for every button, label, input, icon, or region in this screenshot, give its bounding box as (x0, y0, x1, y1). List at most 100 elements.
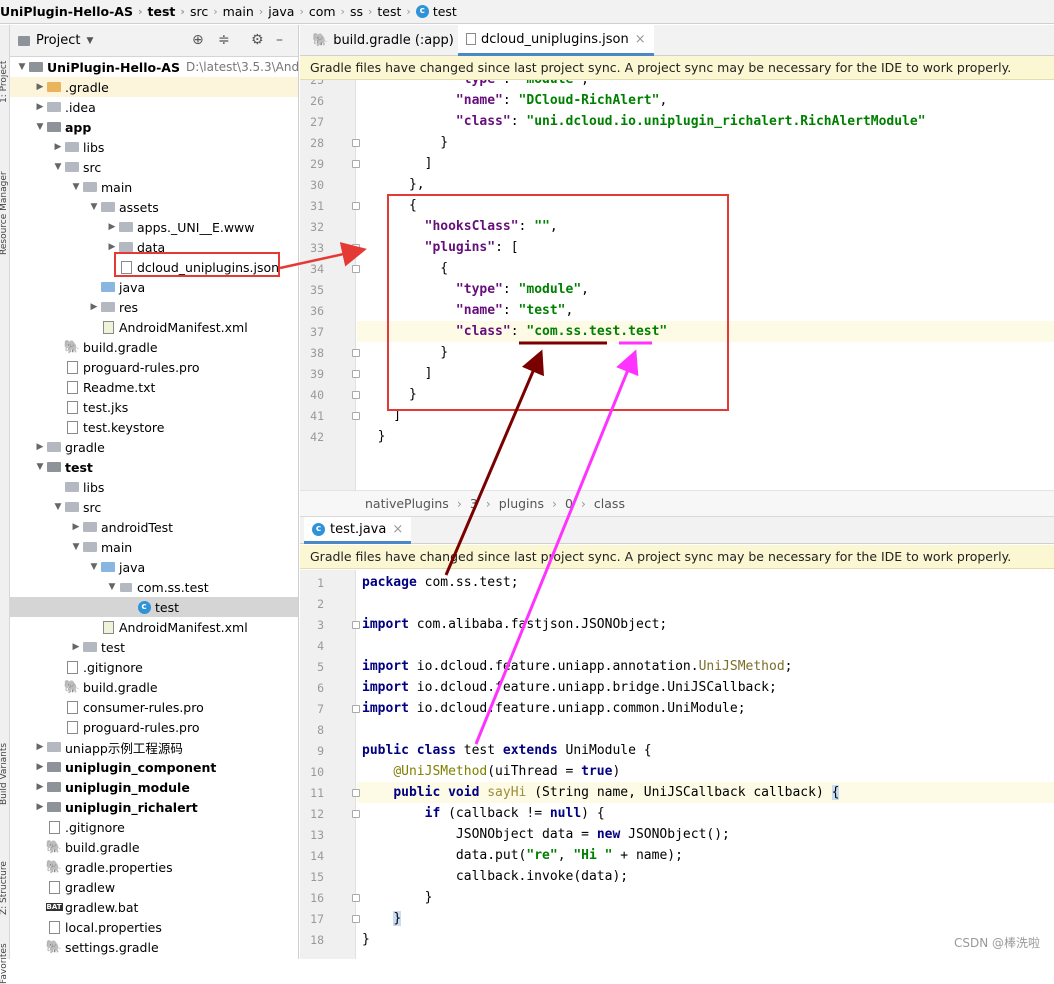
tree-item[interactable]: ▶ uniplugin_richalert (10, 797, 298, 817)
hide-icon[interactable]: – (276, 32, 283, 48)
tree-item[interactable]: c test (10, 597, 298, 617)
breadcrumb-item[interactable]: c test (415, 4, 457, 19)
fold-marker-icon[interactable] (352, 810, 360, 818)
tree-item[interactable]: ▼ UniPlugin-Hello-AS D:\latest\3.5.3\Andro… (10, 57, 298, 77)
chevron-right-icon[interactable]: ▶ (52, 142, 64, 152)
tree-item[interactable]: 🐘 settings.gradle (10, 937, 298, 957)
breadcrumb-item[interactable]: test › (377, 4, 415, 19)
fold-marker-icon[interactable] (352, 412, 360, 420)
chevron-right-icon[interactable]: ▶ (106, 222, 118, 232)
chevron-right-icon[interactable]: ▶ (34, 102, 46, 112)
chevron-right-icon[interactable]: ▶ (70, 642, 82, 652)
chevron-right-icon[interactable]: ▶ (34, 742, 46, 752)
collapse-all-icon[interactable]: ≑ (218, 32, 230, 48)
tree-item[interactable]: proguard-rules.pro (10, 357, 298, 377)
json-editor[interactable]: 25 "type": "module", 26 "name": "DCloud-R… (300, 80, 1054, 490)
tree-item[interactable]: ▶ .idea (10, 97, 298, 117)
breadcrumb-item[interactable]: UniPlugin-Hello-AS › (0, 4, 148, 19)
chevron-down-icon[interactable]: ▼ (106, 582, 118, 592)
locate-icon[interactable]: ⊕ (192, 32, 204, 48)
chevron-down-icon[interactable]: ▼ (88, 562, 100, 572)
breadcrumb-item[interactable]: test › (148, 4, 190, 19)
breadcrumb-item[interactable]: main › (223, 4, 269, 19)
json-path-item[interactable]: 3 (470, 496, 478, 511)
project-view-selector[interactable]: Project (36, 33, 80, 48)
tree-item[interactable]: ▶ data (10, 237, 298, 257)
chevron-right-icon[interactable]: ▶ (34, 802, 46, 812)
tree-item[interactable]: ▶ uniplugin_component (10, 757, 298, 777)
tab-build-gradle[interactable]: 🐘 build.gradle (:app) × (304, 25, 479, 56)
tree-item[interactable]: ▶ gradle (10, 437, 298, 457)
tree-item[interactable]: ▼ java (10, 557, 298, 577)
json-path-item[interactable]: nativePlugins (365, 496, 449, 511)
fold-marker-icon[interactable] (352, 265, 360, 273)
tree-item[interactable]: 🐘 build.gradle (10, 677, 298, 697)
breadcrumb-item[interactable]: java › (268, 4, 309, 19)
breadcrumb-item[interactable]: ss › (350, 4, 377, 19)
tree-item[interactable]: ▶ uniplugin_module (10, 777, 298, 797)
tree-item[interactable]: Readme.txt (10, 377, 298, 397)
fold-marker-icon[interactable] (352, 789, 360, 797)
tree-item[interactable]: AndroidManifest.xml (10, 617, 298, 637)
breadcrumb-item[interactable]: com › (309, 4, 350, 19)
tree-item[interactable]: libs (10, 477, 298, 497)
chevron-down-icon[interactable]: ▼ (52, 162, 64, 172)
tree-item[interactable]: ▼ main (10, 537, 298, 557)
chevron-down-icon[interactable]: ▼ (70, 542, 82, 552)
tree-item[interactable]: ▼ assets (10, 197, 298, 217)
tree-item[interactable]: .gitignore (10, 657, 298, 677)
tree-item[interactable]: ▶ androidTest (10, 517, 298, 537)
tree-item[interactable]: ▶ apps._UNI__E.www (10, 217, 298, 237)
tree-item[interactable]: local.properties (10, 917, 298, 937)
gear-icon[interactable]: ⚙ (251, 32, 264, 48)
json-path-item[interactable]: 0 (565, 496, 573, 511)
tree-item[interactable]: ▼ src (10, 157, 298, 177)
chevron-right-icon[interactable]: ▶ (34, 442, 46, 452)
tree-item[interactable]: consumer-rules.pro (10, 697, 298, 717)
fold-marker-icon[interactable] (352, 349, 360, 357)
close-icon[interactable]: × (635, 32, 646, 47)
breadcrumb-item[interactable]: src › (190, 4, 223, 19)
fold-marker-icon[interactable] (352, 139, 360, 147)
chevron-right-icon[interactable]: ▶ (88, 302, 100, 312)
fold-marker-icon[interactable] (352, 160, 360, 168)
tree-item[interactable]: test.keystore (10, 417, 298, 437)
tree-item[interactable]: 🐘 build.gradle (10, 837, 298, 857)
chevron-right-icon[interactable]: ▶ (106, 242, 118, 252)
fold-marker-icon[interactable] (352, 894, 360, 902)
tree-item[interactable]: ▼ com.ss.test (10, 577, 298, 597)
tree-item[interactable]: gradlew (10, 877, 298, 897)
tree-item[interactable]: ▶ res (10, 297, 298, 317)
tree-item[interactable]: 🐘 build.gradle (10, 337, 298, 357)
fold-marker-icon[interactable] (352, 915, 360, 923)
chevron-right-icon[interactable]: ▶ (34, 762, 46, 772)
tab-dcloud-uniplugins-json[interactable]: dcloud_uniplugins.json × (458, 25, 654, 56)
chevron-right-icon[interactable]: ▶ (34, 82, 46, 92)
chevron-down-icon[interactable]: ▼ (52, 502, 64, 512)
tree-item[interactable]: test.jks (10, 397, 298, 417)
fold-marker-icon[interactable] (352, 705, 360, 713)
fold-marker-icon[interactable] (352, 621, 360, 629)
fold-marker-icon[interactable] (352, 244, 360, 252)
close-icon[interactable]: × (392, 522, 403, 537)
chevron-down-icon[interactable]: ▼ (88, 202, 100, 212)
chevron-down-icon[interactable]: ▼ (34, 462, 46, 472)
tree-item[interactable]: AndroidManifest.xml (10, 317, 298, 337)
tree-item[interactable]: java (10, 277, 298, 297)
chevron-right-icon[interactable]: ▶ (70, 522, 82, 532)
tree-item[interactable]: ▶ .gradle (10, 77, 298, 97)
fold-marker-icon[interactable] (352, 370, 360, 378)
java-editor[interactable]: 1 package com.ss.test; 2 3 import com.alibab… (300, 570, 1054, 959)
chevron-down-icon[interactable]: ▼ (34, 122, 46, 132)
fold-marker-icon[interactable] (352, 391, 360, 399)
json-path-item[interactable]: class (594, 496, 625, 511)
tab-test-java[interactable]: c test.java × (304, 517, 412, 544)
tree-item[interactable]: .gitignore (10, 817, 298, 837)
fold-marker-icon[interactable] (352, 202, 360, 210)
chevron-right-icon[interactable]: ▶ (34, 782, 46, 792)
tree-item[interactable]: dcloud_uniplugins.json (10, 257, 298, 277)
tree-item[interactable]: BAT gradlew.bat (10, 897, 298, 917)
tree-item[interactable]: proguard-rules.pro (10, 717, 298, 737)
tree-item[interactable]: ▶ uniapp示例工程源码 (10, 737, 298, 757)
chevron-down-icon[interactable]: ▼ (86, 36, 93, 46)
